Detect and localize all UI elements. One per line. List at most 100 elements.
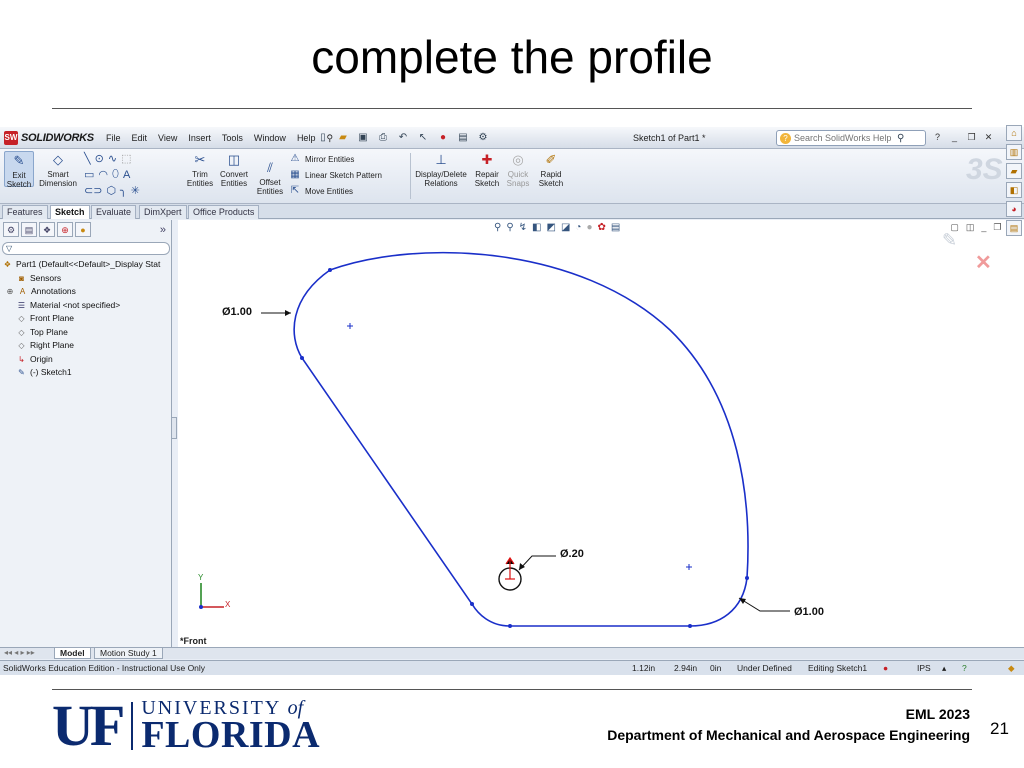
help-icon[interactable]: ? — [932, 131, 943, 143]
spline-icon[interactable]: ∿ — [108, 152, 117, 165]
tree-item-right-plane[interactable]: ◇ Right Plane — [2, 339, 170, 353]
zoom-to-area-icon[interactable]: ⚲ — [506, 222, 513, 233]
dimxpert-manager-tab-icon[interactable]: ⊕ — [57, 222, 73, 237]
dimension-hole[interactable]: Ø.20 — [560, 548, 584, 560]
help-status-icon[interactable]: ? — [962, 661, 967, 675]
menu-file[interactable]: File — [106, 133, 121, 144]
view-palette-icon[interactable]: ◧ — [1006, 182, 1022, 198]
fillet-icon[interactable]: ╮ — [120, 184, 127, 197]
menu-edit[interactable]: Edit — [132, 133, 148, 144]
offset-entities-button[interactable]: ⫽ Offset Entities — [254, 159, 286, 196]
mirror-entities-button[interactable]: ⚠ Mirror Entities — [289, 153, 355, 165]
hide-show-items-icon[interactable]: ◔ — [575, 222, 581, 233]
tree-item-top-plane[interactable]: ◇ Top Plane — [2, 326, 170, 340]
pane-splitter[interactable] — [171, 417, 177, 439]
menu-help[interactable]: Help — [297, 133, 316, 144]
tab-sketch[interactable]: Sketch — [50, 205, 90, 219]
circle-icon[interactable]: ⊙ — [95, 152, 104, 165]
tree-item-part[interactable]: ❖ Part1 (Default<<Default>_Display Stat — [2, 258, 170, 272]
line-icon[interactable]: ╲ — [84, 152, 91, 165]
menu-view[interactable]: View — [158, 133, 177, 144]
graphics-area[interactable]: ⚲ ⚲ ↯ ◧ ◩ ◪ ◔ ● ✿ ▤ ▢ ◫ _ ❐ ✕ — [178, 220, 1024, 647]
expand-icon[interactable]: ⊕ — [6, 286, 14, 297]
ellipse-icon[interactable]: ⬯ — [112, 168, 119, 181]
point-icon[interactable]: ✳ — [131, 184, 140, 197]
custom-properties-icon[interactable]: ▤ — [1006, 220, 1022, 236]
move-entities-button[interactable]: ⇱ Move Entities — [289, 185, 353, 197]
exit-sketch-button[interactable]: ✎ Exit Sketch — [4, 151, 34, 189]
rapid-sketch-button[interactable]: ✐ Rapid Sketch — [536, 151, 566, 188]
view-split-icon[interactable]: ◫ — [966, 222, 975, 233]
quick-snaps-button[interactable]: ◎ Quick Snaps — [505, 151, 531, 188]
property-manager-tab-icon[interactable]: ▤ — [21, 222, 37, 237]
menu-tools[interactable]: Tools — [222, 133, 243, 144]
rebuild-icon[interactable]: ● — [436, 131, 450, 145]
solidworks-logo[interactable]: SW SOLIDWORKS — [4, 131, 94, 145]
menu-insert[interactable]: Insert — [188, 133, 211, 144]
view-settings-icon[interactable]: ▤ — [611, 222, 620, 233]
feature-manager-tab-icon[interactable]: ⚙ — [3, 222, 19, 237]
menu-window[interactable]: Window — [254, 133, 286, 144]
doc-restore-icon[interactable]: ❐ — [993, 222, 1001, 233]
arc-icon[interactable]: ◠ — [98, 168, 108, 181]
rebuild-status-icon[interactable]: ● — [883, 661, 888, 675]
confirm-sketch-icon[interactable]: ✎ — [942, 230, 957, 251]
tree-item-annotations[interactable]: ⊕ A Annotations — [2, 285, 170, 299]
repair-sketch-button[interactable]: ✚ Repair Sketch — [473, 151, 501, 188]
tab-features[interactable]: Features — [2, 205, 48, 219]
options-icon[interactable]: ⚙ — [476, 131, 490, 145]
tree-item-origin[interactable]: ↳ Origin — [2, 353, 170, 367]
display-manager-tab-icon[interactable]: ● — [75, 222, 91, 237]
tree-item-sensors[interactable]: ◙ Sensors — [2, 272, 170, 286]
tree-item-front-plane[interactable]: ◇ Front Plane — [2, 312, 170, 326]
scene-icon[interactable]: ✿ — [598, 222, 606, 233]
display-delete-relations-button[interactable]: ⊥ Display/Delete Relations — [414, 151, 468, 188]
text-icon[interactable]: A — [123, 169, 130, 181]
new-document-icon[interactable]: ▯ — [316, 131, 330, 145]
section-view-icon[interactable]: ◧ — [532, 222, 541, 233]
print-icon[interactable]: ⎙ — [376, 131, 390, 145]
help-search-input[interactable] — [794, 133, 894, 143]
close-icon[interactable]: ✕ — [983, 131, 994, 143]
file-explorer-icon[interactable]: ▰ — [1006, 163, 1022, 179]
save-icon[interactable]: ▣ — [356, 131, 370, 145]
doc-minimize-icon[interactable]: _ — [981, 222, 986, 233]
restore-icon[interactable]: ❐ — [966, 131, 977, 143]
cancel-sketch-icon[interactable]: ✕ — [975, 250, 992, 275]
tags-icon[interactable]: ◆ — [1008, 661, 1015, 675]
tab-evaluate[interactable]: Evaluate — [91, 205, 137, 219]
tab-motion-study[interactable]: Motion Study 1 — [94, 648, 163, 659]
minimize-icon[interactable]: _ — [949, 131, 960, 143]
tab-office-products[interactable]: Office Products — [188, 205, 260, 219]
units-menu-icon[interactable]: ▴ — [942, 661, 946, 675]
zoom-to-fit-icon[interactable]: ⚲ — [494, 222, 501, 233]
previous-view-icon[interactable]: ↯ — [519, 222, 527, 233]
appearances-scenes-icon[interactable]: ◕ — [1006, 201, 1022, 217]
linear-pattern-button[interactable]: ▦ Linear Sketch Pattern — [289, 169, 382, 181]
slot-icon[interactable]: ⊂⊃ — [84, 184, 102, 197]
help-search[interactable]: ? ⚲ — [776, 130, 926, 146]
search-icon[interactable]: ⚲ — [897, 133, 904, 144]
appearance-icon[interactable]: ● — [586, 222, 592, 233]
tree-item-sketch1[interactable]: ✎ (-) Sketch1 — [2, 366, 170, 380]
convert-entities-button[interactable]: ◫ Convert Entities — [217, 151, 251, 188]
open-folder-icon[interactable]: ▰ — [336, 131, 350, 145]
tree-filter-input[interactable]: ▽ — [2, 242, 170, 255]
units-label[interactable]: IPS — [917, 661, 931, 675]
dimension-bottom-right[interactable]: Ø1.00 — [794, 606, 824, 618]
construction-grid-icon[interactable]: ⬚ — [121, 152, 131, 165]
more-tabs-icon[interactable]: » — [160, 223, 166, 238]
tab-dimxpert[interactable]: DimXpert — [139, 205, 187, 219]
design-library-icon[interactable]: ▥ — [1006, 144, 1022, 160]
view-orientation-icon[interactable]: ◩ — [547, 222, 556, 233]
smart-dimension-button[interactable]: ◇ Smart Dimension — [38, 151, 78, 188]
select-cursor-icon[interactable]: ↖ — [416, 131, 430, 145]
display-style-icon[interactable]: ◪ — [561, 222, 570, 233]
solidworks-resources-icon[interactable]: ⌂ — [1006, 125, 1022, 141]
rectangle-icon[interactable]: ▭ — [84, 168, 94, 181]
dimension-top-left[interactable]: Ø1.00 — [222, 306, 252, 318]
tree-item-material[interactable]: ☰ Material <not specified> — [2, 299, 170, 313]
undo-icon[interactable]: ↶ — [396, 131, 410, 145]
file-properties-icon[interactable]: ▤ — [456, 131, 470, 145]
polygon-icon[interactable]: ⬡ — [106, 184, 116, 197]
